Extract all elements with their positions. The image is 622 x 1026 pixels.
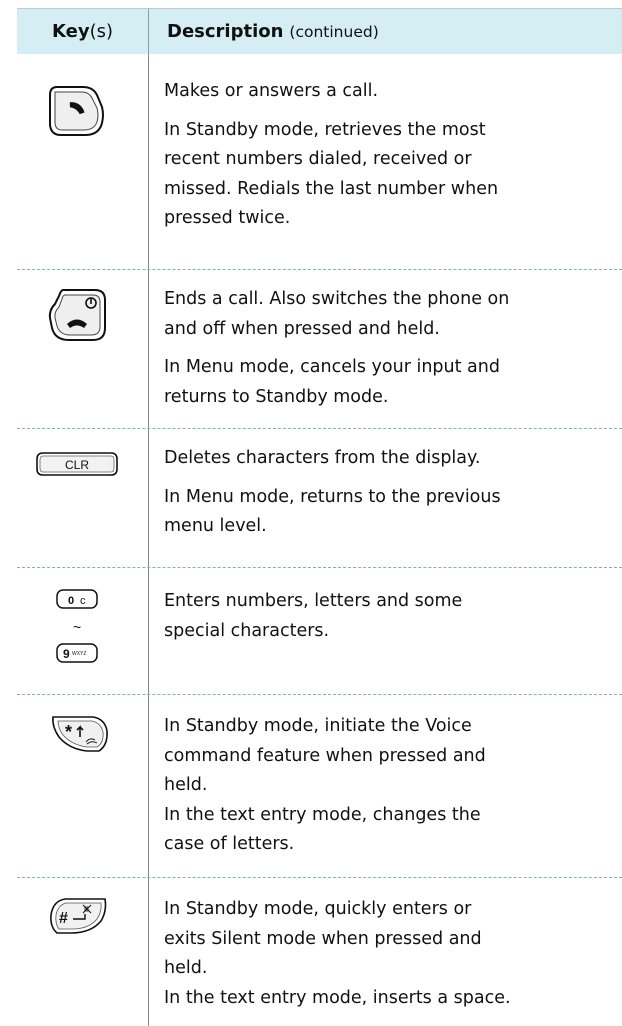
- description-text: Ends a call. Also switches the phone on …: [164, 289, 510, 339]
- description-text: Enters numbers, letters and some special…: [164, 591, 463, 641]
- header-divider: [148, 9, 149, 54]
- row-separator: [17, 269, 622, 270]
- key-description-page: Key(s) Description (continued) Makes or a…: [0, 0, 622, 1026]
- key-column-header: Key(s): [51, 21, 113, 42]
- hash-key-icon: #: [50, 898, 107, 934]
- description-text: In Menu mode, returns to the previous me…: [164, 486, 501, 537]
- end-power-key-icon: [48, 289, 106, 341]
- send-key-icon: [49, 86, 104, 136]
- number-keys-icon: 0 c ~ 9 WXYZ: [56, 589, 98, 663]
- description-text: Makes or answers a call.: [164, 81, 379, 101]
- description-column-header: Description (continued): [167, 21, 379, 42]
- clr-key-icon: CLR: [36, 452, 118, 476]
- svg-text:9: 9: [63, 647, 70, 661]
- row-star-key-description: In Standby mode, initiate the Voice comm…: [164, 712, 622, 860]
- row-separator: [17, 877, 622, 878]
- row-clr-key-description: Deletes characters from the display. In …: [164, 444, 622, 542]
- row-hash-key-description: In Standby mode, quickly enters or exits…: [164, 895, 622, 1013]
- row-separator: [17, 694, 622, 695]
- svg-text:0: 0: [68, 595, 74, 607]
- description-text: In Standby mode, retrieves the most rece…: [164, 119, 499, 229]
- svg-text:WXYZ: WXYZ: [72, 651, 86, 657]
- row-number-keys-description: Enters numbers, letters and some special…: [164, 587, 622, 646]
- star-key-icon: *: [52, 716, 108, 752]
- description-text: In Menu mode, cancels your input and ret…: [164, 357, 500, 407]
- row-separator: [17, 567, 622, 568]
- svg-text:*: *: [65, 722, 72, 742]
- table-header: Key(s) Description (continued): [17, 8, 622, 54]
- description-text: In Standby mode, initiate the Voice comm…: [164, 716, 486, 854]
- description-text: In Standby mode, quickly enters or exits…: [164, 899, 511, 1008]
- row-end-key-description: Ends a call. Also switches the phone on …: [164, 285, 622, 412]
- svg-text:CLR: CLR: [65, 458, 89, 472]
- svg-text:#: #: [59, 910, 68, 927]
- svg-text:~: ~: [73, 619, 81, 635]
- row-send-key-description: Makes or answers a call. In Standby mode…: [164, 77, 622, 234]
- description-text: Deletes characters from the display.: [164, 448, 481, 468]
- svg-text:c: c: [80, 595, 86, 607]
- row-separator: [17, 428, 622, 429]
- column-divider: [148, 54, 149, 1026]
